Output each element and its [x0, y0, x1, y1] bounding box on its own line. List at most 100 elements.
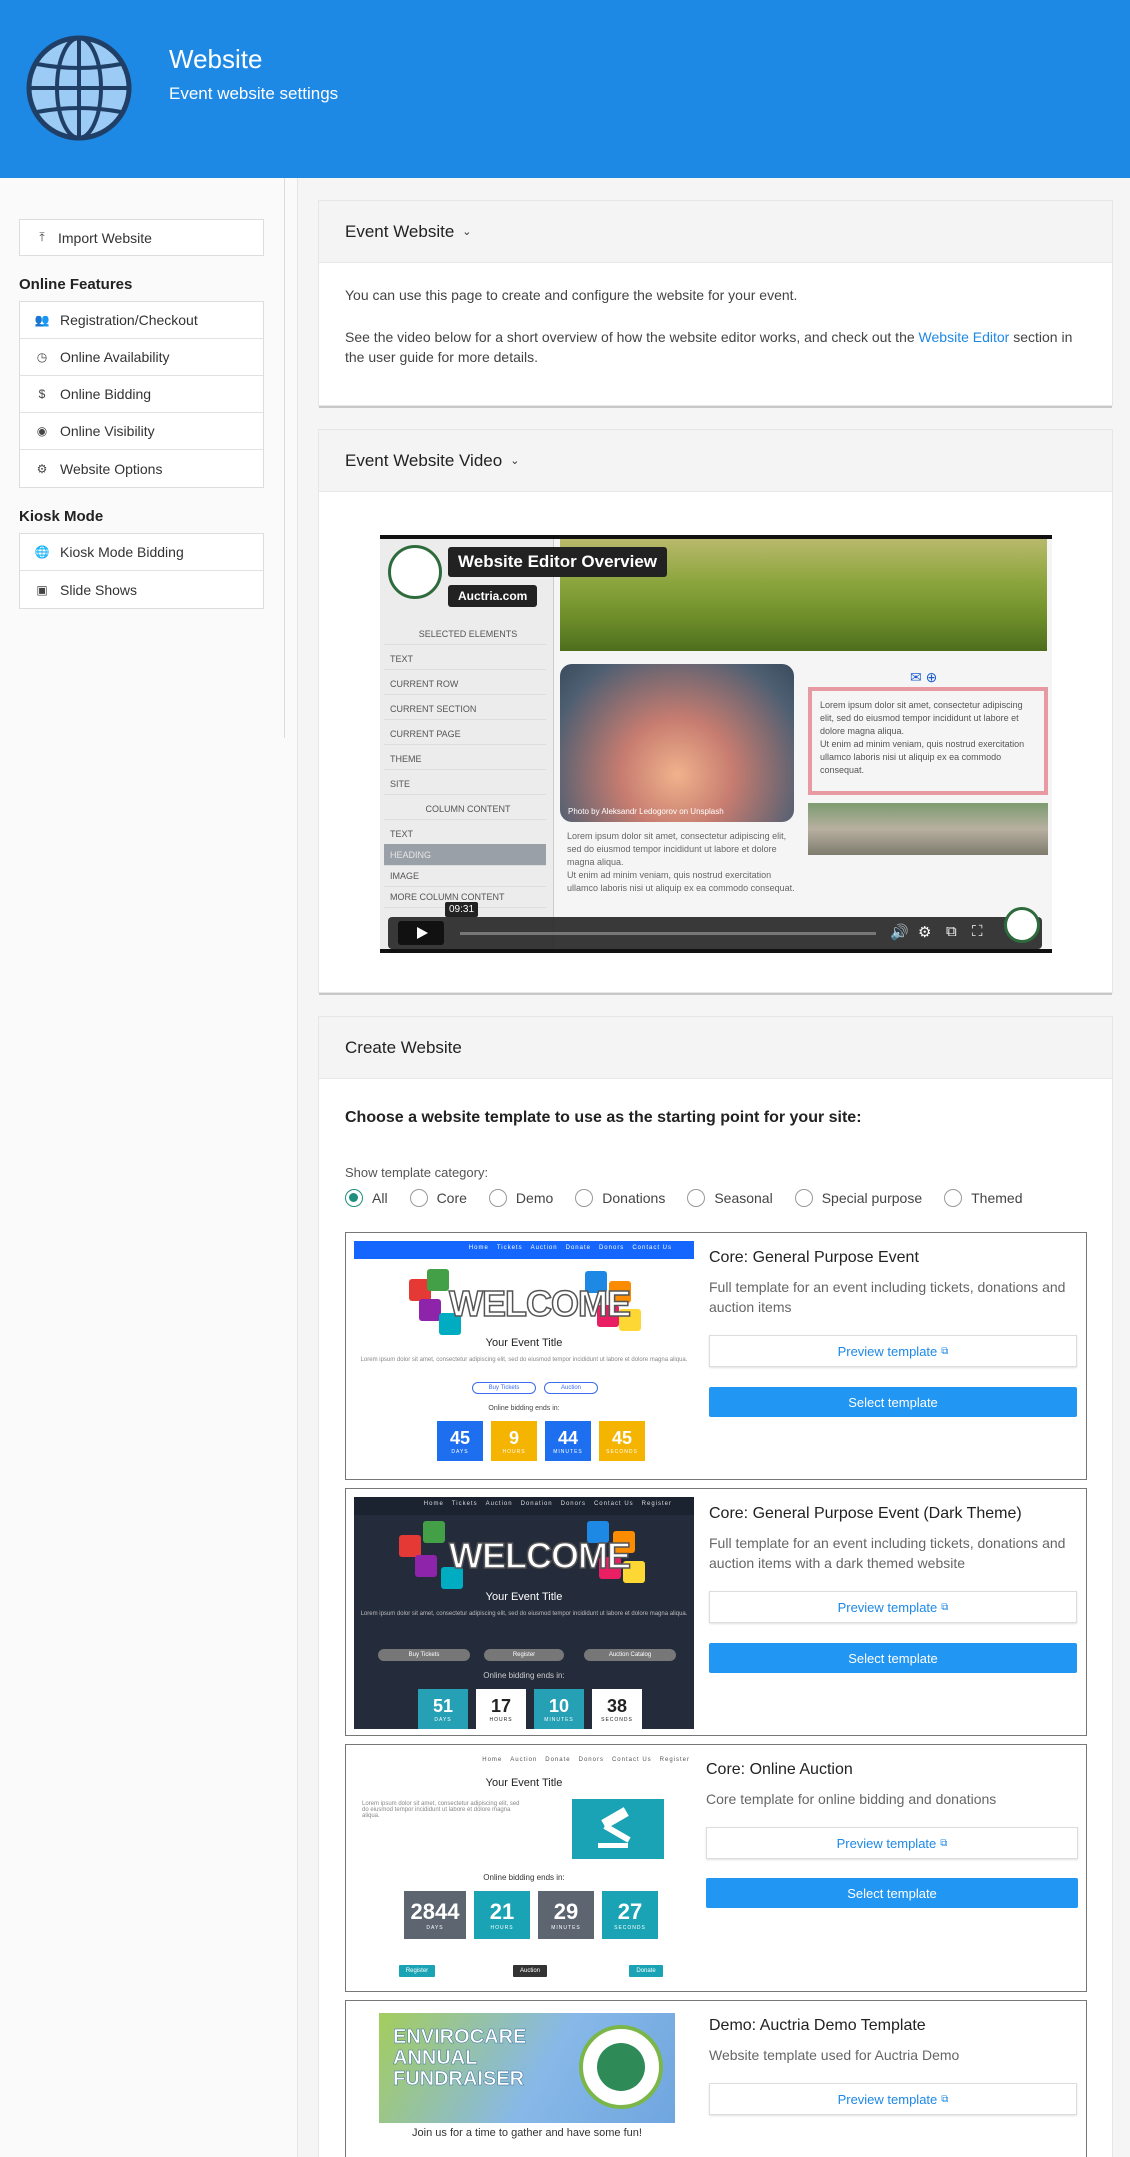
radio-label: Core [436, 1190, 467, 1206]
card-divider [319, 993, 1112, 995]
panel-row: TEXT [384, 648, 546, 670]
radio-all[interactable] [345, 1189, 363, 1207]
thumb-button: Auction Catalog [584, 1649, 676, 1661]
video-controls: 🔊 ⚙ ⧉ ⛶ [388, 917, 1042, 949]
preview-template-button[interactable]: Preview template ⧉ [709, 1335, 1077, 1367]
event-website-video-card: Event Website Video ⌄ SELECTED ELEMENTS … [318, 429, 1113, 995]
panel-row: COLUMN CONTENT [384, 798, 546, 820]
sidebar-item-bidding[interactable]: $ Online Bidding [20, 376, 263, 413]
people-icon: 👥 [34, 313, 50, 327]
panel-row: IMAGE [384, 865, 546, 887]
thumb-event-title: Your Event Title [485, 1591, 563, 1603]
fullscreen-icon[interactable]: ⛶ [972, 923, 983, 940]
event-website-video-header[interactable]: Event Website Video ⌄ [319, 430, 1112, 492]
template-name: Core: General Purpose Event (Dark Theme) [709, 1505, 1022, 1522]
chevron-down-icon: ⌄ [462, 226, 472, 238]
panel-row: THEME [384, 748, 546, 770]
sidebar-item-label: Online Visibility [60, 423, 155, 439]
template-thumbnail: ENVIROCARE ANNUAL FUNDRAISER [379, 2013, 675, 2123]
dandelion-image [560, 664, 794, 822]
sidebar-item-availability[interactable]: ◷ Online Availability [20, 339, 263, 376]
video-title: Website Editor Overview [448, 547, 668, 577]
template-description: Core template for online bidding and don… [706, 1791, 997, 1807]
thumb-button: Register [484, 1649, 564, 1661]
template-description: Website template used for Auctria Demo [709, 2047, 960, 2063]
chevron-down-icon: ⌄ [510, 455, 520, 467]
template-name: Core: Online Auction [706, 1761, 853, 1778]
template-card: Home Tickets Auction Donation Donors Contact … [345, 1488, 1087, 1736]
thumb-countdown: 2844 DAYS 21 HOURS 29 MINUTES 27 SECONDS [404, 1891, 666, 1939]
clock-icon: ◷ [36, 350, 48, 364]
select-template-button[interactable]: Select template [709, 1387, 1077, 1417]
import-website-button[interactable]: ⤒ Import Website [19, 219, 264, 256]
sidebar-item-label: Kiosk Mode Bidding [60, 544, 184, 560]
sidebar-item-label: Website Options [60, 460, 163, 477]
radio-special-purpose[interactable] [794, 1189, 813, 1207]
gavel-icon [572, 1799, 664, 1859]
sidebar-item-slide-shows[interactable]: ▣ Slide Shows [20, 571, 263, 608]
miniplayer-icon[interactable]: ⧉ [946, 923, 957, 940]
event-website-card: Event Website ⌄ You can use this page to… [318, 200, 1113, 408]
sidebar-item-registration[interactable]: 👥 Registration/Checkout [20, 302, 263, 339]
earth-icon [579, 2025, 663, 2109]
panel-row: SITE [384, 773, 546, 795]
card-divider [319, 406, 1112, 408]
radio-core[interactable] [409, 1189, 428, 1207]
radio-themed[interactable] [944, 1189, 963, 1207]
thumb-lorem: Lorem ipsum dolor sit amet, consectetur … [360, 1611, 688, 1617]
settings-icon[interactable]: ⚙ [918, 923, 931, 941]
thumb-nav-links: Home Auction Donate Donors Contact Us Registe… [482, 1757, 690, 1763]
globe-icon [26, 35, 132, 141]
thumb-button: Auction [513, 1965, 547, 1977]
play-icon[interactable] [398, 921, 444, 945]
panel-row: CURRENT ROW [384, 673, 546, 695]
video-player[interactable]: SELECTED ELEMENTS TEXT CURRENT ROW CURRE… [380, 535, 1052, 953]
preview-template-button[interactable]: Preview template ⧉ [709, 2083, 1077, 2115]
thumb-bidding-ends: Online bidding ends in: [483, 1873, 565, 1882]
radio-demo[interactable] [488, 1189, 507, 1207]
sidebar-item-website-options[interactable]: ⚙ Website Options [20, 450, 263, 487]
template-card: Home Auction Donate Donors Contact Us Registe… [345, 1744, 1087, 1992]
select-template-button[interactable]: Select template [709, 1643, 1077, 1673]
preview-template-button[interactable]: Preview template ⧉ [709, 1591, 1077, 1623]
website-editor-link[interactable]: Website Editor [919, 329, 1010, 345]
thumb-nav-links: Home Tickets Auction Donate Donors Contact Us [468, 1245, 672, 1251]
category-radio-group: All Core Demo Donations Seasonal Special… [345, 1189, 1044, 1207]
volume-icon[interactable]: 🔊 [890, 923, 909, 941]
radio-label: Themed [971, 1190, 1023, 1206]
external-link-icon: ⧉ [941, 2093, 949, 2105]
online-features-heading: Online Features [19, 276, 133, 293]
template-card: Home Tickets Auction Donate Donors Contact Us… [345, 1232, 1087, 1480]
video-help-text: See the video below for a short overview… [345, 329, 1073, 365]
sidebar-item-visibility[interactable]: ◉ Online Visibility [20, 413, 263, 450]
radio-donations[interactable] [575, 1189, 594, 1207]
card-title: Event Website [345, 221, 455, 241]
radio-seasonal[interactable] [687, 1189, 706, 1207]
video-timestamp: 09:31 [445, 902, 479, 917]
external-link-icon: ⧉ [940, 1837, 948, 1849]
sidebar: ⤒ Import Website Online Features 👥 Regist… [0, 178, 298, 2157]
eye-icon: ◉ [36, 424, 48, 438]
preview-template-button[interactable]: Preview template ⧉ [706, 1827, 1078, 1859]
sidebar-item-label: Online Bidding [60, 386, 152, 402]
sidebar-item-label: Slide Shows [60, 581, 138, 598]
channel-logo [388, 545, 442, 599]
template-description: Full template for an event including tic… [709, 1535, 1066, 1571]
thumb-button: Buy Tickets [472, 1382, 536, 1394]
external-link-icon: ⧉ [941, 1345, 949, 1357]
radio-label: Demo [515, 1190, 554, 1206]
thumb-button: Donate [629, 1965, 663, 1977]
thumb-button: Auction [544, 1382, 598, 1394]
sidebar-item-kiosk-bidding[interactable]: 🌐 Kiosk Mode Bidding [20, 534, 263, 571]
event-website-header[interactable]: Event Website ⌄ [319, 201, 1112, 263]
template-card: ENVIROCARE ANNUAL FUNDRAISER Join us for… [345, 2000, 1087, 2157]
video-progress-bar[interactable] [460, 932, 876, 935]
demo-banner-text: ENVIROCARE ANNUAL FUNDRAISER [393, 2026, 527, 2090]
thumb-lorem: Lorem ipsum dolor sit amet, consectetur … [360, 1357, 688, 1363]
create-website-header: Create Website [319, 1017, 1112, 1079]
radio-label: Special purpose [821, 1190, 923, 1206]
select-template-button[interactable]: Select template [706, 1878, 1078, 1908]
create-website-card: Create Website Choose a website template… [318, 1016, 1113, 2157]
choose-template-prompt: Choose a website template to use as the … [345, 1109, 862, 1126]
lorem-text: Lorem ipsum dolor sit amet, consectetur … [567, 831, 795, 893]
